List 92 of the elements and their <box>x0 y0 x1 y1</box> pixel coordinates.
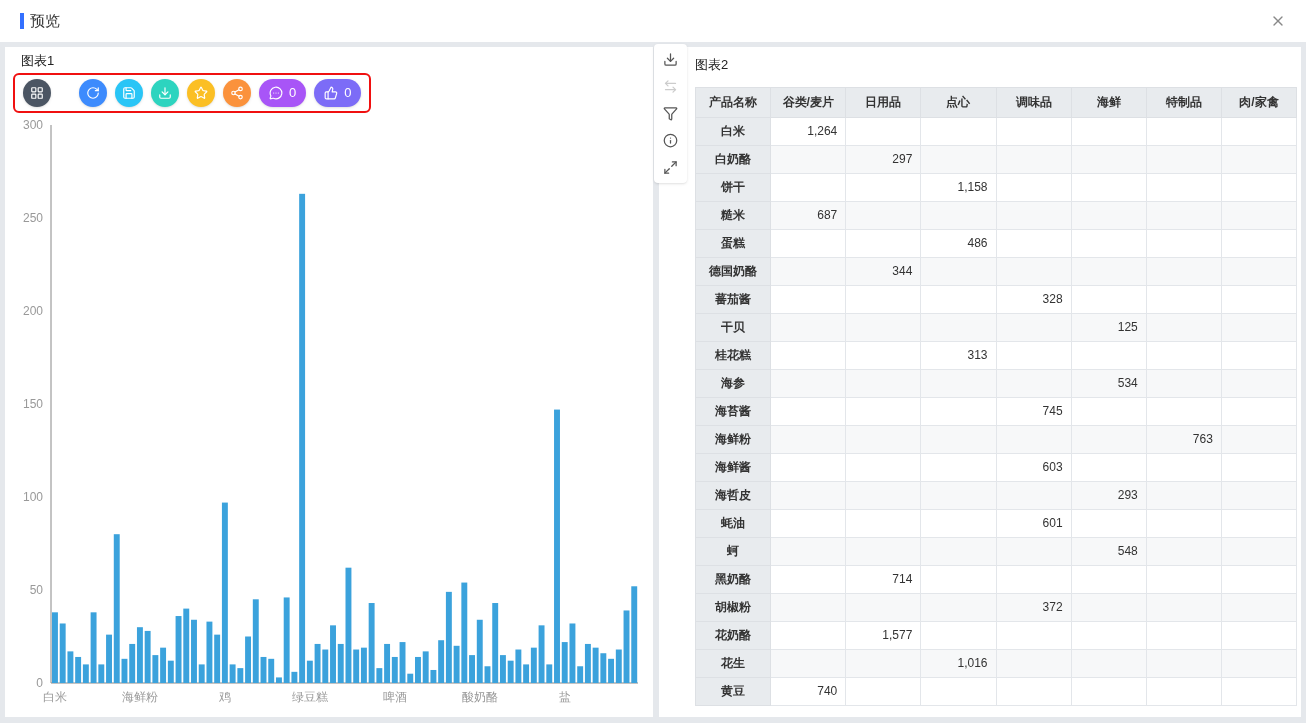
y-axis-label: 200 <box>22 303 43 318</box>
thumbs-up-icon <box>324 85 339 100</box>
row-header-cell: 蚝油 <box>695 509 771 537</box>
chart-title: 图表1 <box>21 52 56 70</box>
row-header-cell: 海参 <box>695 369 771 397</box>
row-header-cell: 黄豆 <box>695 677 771 705</box>
x-axis-label: 鸡 <box>218 689 231 704</box>
row-header-cell: 海鲜粉 <box>695 425 771 453</box>
row-header-cell: 白奶酪 <box>695 145 771 173</box>
table-cell: 297 <box>845 145 921 173</box>
table-title: 图表2 <box>695 56 730 74</box>
y-axis-label: 150 <box>22 396 43 411</box>
share-button[interactable] <box>223 78 251 107</box>
row-header-cell: 饼干 <box>695 173 771 201</box>
table-cell: 714 <box>845 565 921 593</box>
download-icon <box>158 85 172 100</box>
column-header: 谷类/麦片 <box>770 87 846 117</box>
filter-icon <box>663 106 678 121</box>
column-header: 日用品 <box>845 87 921 117</box>
column-header: 调味品 <box>996 87 1072 117</box>
row-header-cell: 蛋糕 <box>695 229 771 257</box>
row-header-cell: 白米 <box>695 117 771 145</box>
column-header: 海鲜 <box>1071 87 1147 117</box>
y-axis-label: 250 <box>22 210 43 225</box>
star-icon <box>194 85 208 100</box>
table-cell: 687 <box>770 201 846 229</box>
row-header-cell: 干贝 <box>695 313 771 341</box>
table-cell: 372 <box>996 593 1072 621</box>
expand-button[interactable] <box>663 160 678 175</box>
table-cell: 1,016 <box>920 649 996 677</box>
refresh-button[interactable] <box>79 78 107 107</box>
grid-button[interactable] <box>23 78 51 107</box>
table-cell: 125 <box>1071 313 1147 341</box>
table-cell: 603 <box>996 453 1072 481</box>
info-button[interactable] <box>663 133 678 148</box>
info-icon <box>663 133 678 148</box>
table-cell: 534 <box>1071 369 1147 397</box>
column-header: 产品名称 <box>695 87 771 117</box>
x-axis-label: 酸奶酪 <box>461 689 498 704</box>
row-header-cell: 黑奶酪 <box>695 565 771 593</box>
table-cell: 1,264 <box>770 117 846 145</box>
y-axis-label: 50 <box>29 582 43 597</box>
y-axis-label: 0 <box>36 675 43 690</box>
grid-icon <box>30 85 44 100</box>
y-axis-label: 300 <box>22 117 43 132</box>
table-cell: 486 <box>920 229 996 257</box>
row-header-cell: 花生 <box>695 649 771 677</box>
swap-icon <box>663 79 678 94</box>
table-cell: 1,577 <box>845 621 921 649</box>
star-button[interactable] <box>187 78 215 107</box>
table-cell: 1,158 <box>920 173 996 201</box>
row-header-cell: 蚵 <box>695 537 771 565</box>
x-axis-label: 啤酒 <box>382 689 407 704</box>
row-header-cell: 海哲皮 <box>695 481 771 509</box>
row-header-cell: 胡椒粉 <box>695 593 771 621</box>
download-icon <box>663 52 678 67</box>
title-accent <box>20 13 24 29</box>
x-axis-label: 海鲜粉 <box>121 689 158 704</box>
refresh-icon <box>86 85 100 100</box>
x-axis-label: 白米 <box>42 689 67 704</box>
row-header-cell: 花奶酪 <box>695 621 771 649</box>
download-button[interactable] <box>663 52 678 67</box>
table-cell: 313 <box>920 341 996 369</box>
row-header-cell: 桂花糕 <box>695 341 771 369</box>
expand-icon <box>663 160 678 175</box>
x-axis-label: 盐 <box>558 689 571 704</box>
column-header: 点心 <box>920 87 996 117</box>
row-header-cell: 糙米 <box>695 201 771 229</box>
x-axis-label: 绿豆糕 <box>291 689 328 704</box>
table-cell: 740 <box>770 677 846 705</box>
share-icon <box>230 85 244 100</box>
column-header: 肉/家禽 <box>1221 87 1297 117</box>
column-header: 特制品 <box>1146 87 1222 117</box>
table-cell: 293 <box>1071 481 1147 509</box>
table-cell: 763 <box>1146 425 1222 453</box>
table-cell: 548 <box>1071 537 1147 565</box>
comment-icon <box>269 85 283 100</box>
row-header-cell: 德国奶酪 <box>695 257 771 285</box>
like-button[interactable]: 0 <box>314 78 362 107</box>
window-title: 预览 <box>30 10 60 31</box>
table-cell: 328 <box>996 285 1072 313</box>
row-header-cell: 海鲜酱 <box>695 453 771 481</box>
comment-button[interactable]: 0 <box>259 78 307 107</box>
table-cell: 601 <box>996 509 1072 537</box>
table-cell: 344 <box>845 257 921 285</box>
filter-button[interactable] <box>663 106 678 121</box>
y-axis-label: 100 <box>22 489 43 504</box>
row-header-cell: 海苔酱 <box>695 397 771 425</box>
row-header-cell: 蕃茄酱 <box>695 285 771 313</box>
save-button[interactable] <box>115 78 143 107</box>
table-cell: 745 <box>996 397 1072 425</box>
save-icon <box>122 85 136 100</box>
